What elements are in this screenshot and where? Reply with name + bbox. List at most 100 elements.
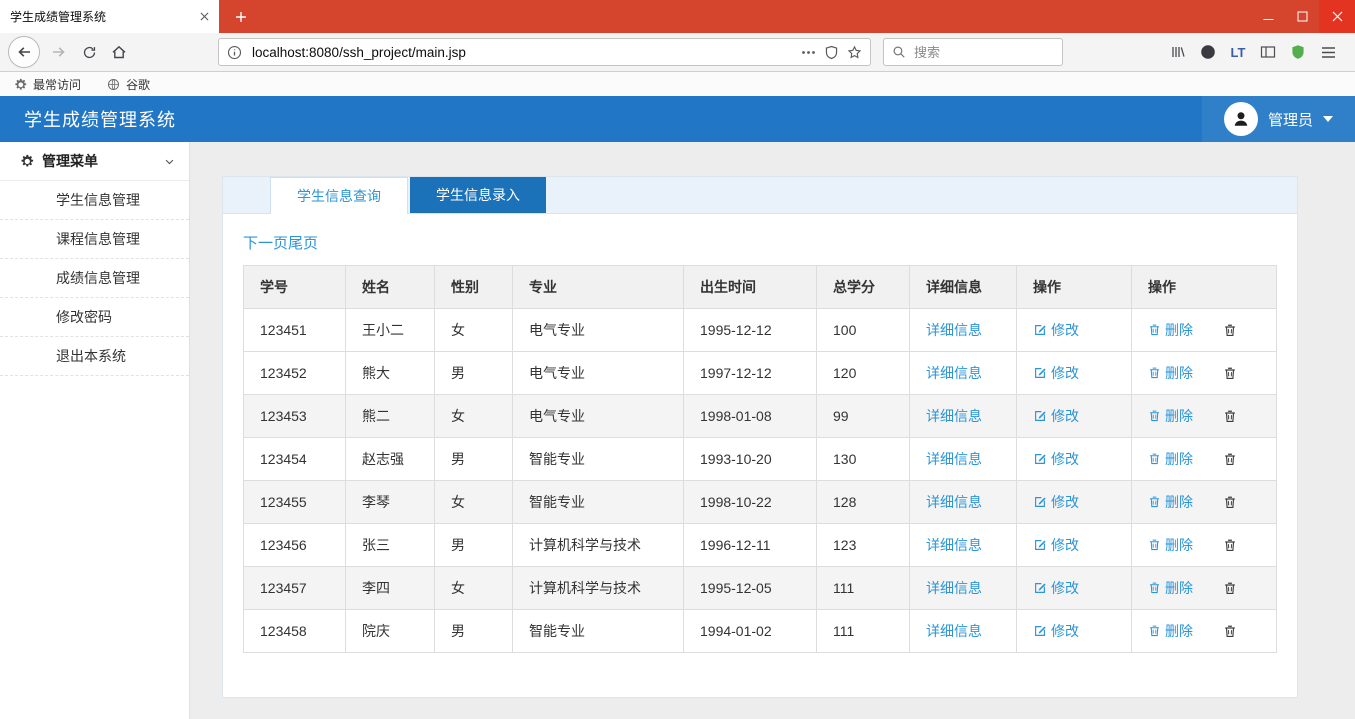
account-circle-icon[interactable] xyxy=(1193,37,1223,67)
delete-icon xyxy=(1148,538,1161,552)
detail-link[interactable]: 详细信息 xyxy=(926,363,982,383)
edit-link[interactable]: 修改 xyxy=(1033,363,1079,383)
cell-major: 智能专业 xyxy=(513,481,684,524)
sidebar-menu-header[interactable]: 管理菜单 xyxy=(0,142,189,181)
edit-icon xyxy=(1033,581,1047,595)
trash-icon[interactable] xyxy=(1223,495,1237,510)
sidebar-item[interactable]: 退出本系统 xyxy=(0,337,189,376)
bookmark-most-visited[interactable]: 最常访问 xyxy=(14,76,81,93)
delete-link[interactable]: 删除 xyxy=(1148,535,1193,555)
user-menu[interactable]: 管理员 xyxy=(1202,96,1355,142)
tab-student-query[interactable]: 学生信息查询 xyxy=(270,177,408,214)
app-header: 学生成绩管理系统 管理员 xyxy=(0,96,1355,142)
delete-link[interactable]: 删除 xyxy=(1148,406,1193,426)
sidebar-item[interactable]: 成绩信息管理 xyxy=(0,259,189,298)
tab-student-entry[interactable]: 学生信息录入 xyxy=(410,177,546,213)
gear-icon xyxy=(14,78,27,91)
menu-icon[interactable] xyxy=(1313,37,1343,67)
cell-student-id: 123453 xyxy=(244,395,346,438)
globe-icon xyxy=(107,78,120,91)
new-tab-button[interactable] xyxy=(225,0,257,33)
cell-birth: 1996-12-11 xyxy=(684,524,817,567)
restore-button[interactable] xyxy=(1285,0,1319,33)
col-header-gender: 性别 xyxy=(435,266,513,309)
table-row: 123454 赵志强 男 智能专业 1993-10-20 130 详细信息 修改… xyxy=(244,438,1277,481)
bookmarks-bar: 最常访问 谷歌 xyxy=(0,72,1355,96)
tracking-shield-icon[interactable] xyxy=(824,45,839,60)
avatar xyxy=(1224,102,1258,136)
edit-icon xyxy=(1033,495,1047,509)
search-input[interactable] xyxy=(912,44,1054,61)
cell-gender: 女 xyxy=(435,481,513,524)
detail-link[interactable]: 详细信息 xyxy=(926,492,982,512)
cell-major: 智能专业 xyxy=(513,610,684,653)
trash-icon[interactable] xyxy=(1223,409,1237,424)
cell-major: 智能专业 xyxy=(513,438,684,481)
edit-icon xyxy=(1033,624,1047,638)
delete-link[interactable]: 删除 xyxy=(1148,449,1193,469)
cell-major: 计算机科学与技术 xyxy=(513,567,684,610)
delete-icon xyxy=(1148,581,1161,595)
trash-icon[interactable] xyxy=(1223,581,1237,596)
next-page-link[interactable]: 下一页 xyxy=(243,235,288,252)
detail-link[interactable]: 详细信息 xyxy=(926,449,982,469)
trash-icon[interactable] xyxy=(1223,624,1237,639)
sidebar-toggle-icon[interactable] xyxy=(1253,37,1283,67)
browser-tab[interactable]: 学生成绩管理系统 xyxy=(0,0,219,33)
sidebar-item[interactable]: 学生信息管理 xyxy=(0,181,189,220)
tab-strip: 学生信息查询 学生信息录入 xyxy=(223,177,1297,214)
delete-link[interactable]: 删除 xyxy=(1148,320,1193,340)
detail-link[interactable]: 详细信息 xyxy=(926,535,982,555)
trash-icon[interactable] xyxy=(1223,366,1237,381)
trash-icon[interactable] xyxy=(1223,538,1237,553)
minimize-button[interactable] xyxy=(1251,0,1285,33)
edit-link[interactable]: 修改 xyxy=(1033,406,1079,426)
delete-link[interactable]: 删除 xyxy=(1148,578,1193,598)
home-button[interactable] xyxy=(104,37,134,67)
back-button[interactable] xyxy=(8,36,40,68)
last-page-link[interactable]: 尾页 xyxy=(288,235,318,252)
edit-link[interactable]: 修改 xyxy=(1033,449,1079,469)
info-icon[interactable] xyxy=(227,45,242,60)
browser-titlebar: 学生成绩管理系统 xyxy=(0,0,1355,33)
bookmark-star-icon[interactable] xyxy=(847,45,862,60)
sidebar-menu: 学生信息管理课程信息管理成绩信息管理修改密码退出本系统 xyxy=(0,181,189,376)
sidebar-item[interactable]: 修改密码 xyxy=(0,298,189,337)
url-input[interactable] xyxy=(250,44,793,61)
close-button[interactable] xyxy=(1319,0,1355,33)
page-actions-icon[interactable] xyxy=(801,50,816,55)
edit-link[interactable]: 修改 xyxy=(1033,578,1079,598)
edit-link[interactable]: 修改 xyxy=(1033,621,1079,641)
forward-button[interactable] xyxy=(44,37,74,67)
bookmark-google[interactable]: 谷歌 xyxy=(107,76,150,93)
delete-link[interactable]: 删除 xyxy=(1148,492,1193,512)
cell-gender: 男 xyxy=(435,610,513,653)
delete-link[interactable]: 删除 xyxy=(1148,621,1193,641)
languagetool-icon[interactable]: LT xyxy=(1223,37,1253,67)
detail-link[interactable]: 详细信息 xyxy=(926,406,982,426)
delete-link[interactable]: 删除 xyxy=(1148,363,1193,383)
library-icon[interactable] xyxy=(1163,37,1193,67)
sidebar-item[interactable]: 课程信息管理 xyxy=(0,220,189,259)
trash-icon[interactable] xyxy=(1223,452,1237,467)
search-bar[interactable] xyxy=(883,38,1063,66)
green-shield-icon[interactable] xyxy=(1283,37,1313,67)
table-row: 123458 院庆 男 智能专业 1994-01-02 111 详细信息 修改 … xyxy=(244,610,1277,653)
edit-link[interactable]: 修改 xyxy=(1033,492,1079,512)
delete-icon xyxy=(1148,624,1161,638)
cell-name: 熊大 xyxy=(346,352,435,395)
trash-icon[interactable] xyxy=(1223,323,1237,338)
delete-icon xyxy=(1148,409,1161,423)
cell-gender: 男 xyxy=(435,352,513,395)
cell-credits: 120 xyxy=(817,352,910,395)
edit-link[interactable]: 修改 xyxy=(1033,535,1079,555)
cell-student-id: 123456 xyxy=(244,524,346,567)
edit-link[interactable]: 修改 xyxy=(1033,320,1079,340)
tab-close-icon[interactable] xyxy=(200,12,209,21)
detail-link[interactable]: 详细信息 xyxy=(926,320,982,340)
url-bar[interactable] xyxy=(218,38,871,66)
refresh-button[interactable] xyxy=(74,37,104,67)
detail-link[interactable]: 详细信息 xyxy=(926,578,982,598)
detail-link[interactable]: 详细信息 xyxy=(926,621,982,641)
table-header-row: 学号 姓名 性别 专业 出生时间 总学分 详细信息 操作 操作 xyxy=(244,266,1277,309)
